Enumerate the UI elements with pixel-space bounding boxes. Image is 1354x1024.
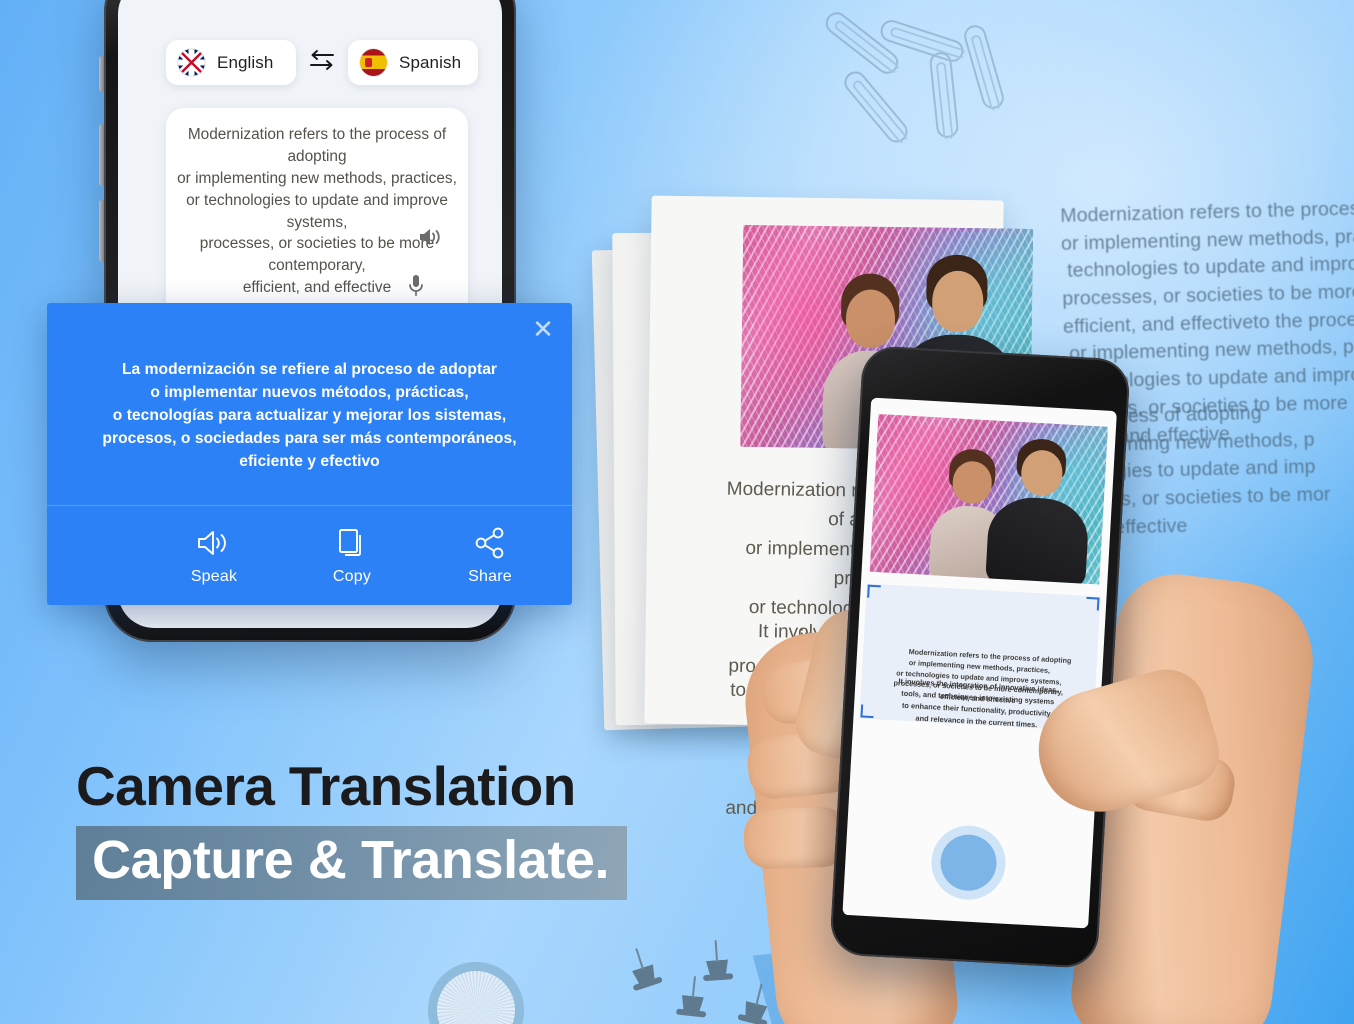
source-text-value: Modernization refers to the process of a… <box>177 126 457 297</box>
phone-silent-switch[interactable] <box>99 56 104 92</box>
held-phone-screen[interactable]: Modernization refers to the process of a… <box>842 397 1117 929</box>
promo-canvas: Modernization refers to the process or i… <box>0 0 1354 1024</box>
language-selector-bar: English Spanish <box>166 40 478 85</box>
speaker-icon[interactable] <box>418 226 444 253</box>
speak-button[interactable]: Speak <box>172 522 256 586</box>
headline: Camera Translation Capture & Translate. <box>76 755 676 900</box>
paperclip-icon <box>839 66 913 148</box>
translation-result-popup: ✕ La modernización se refiere al proceso… <box>47 303 572 605</box>
share-icon <box>448 522 532 564</box>
copy-icon <box>310 522 394 564</box>
copy-button[interactable]: Copy <box>310 522 394 586</box>
headline-line-2: Capture & Translate. <box>92 830 610 891</box>
popup-action-bar: Speak Copy Share <box>47 505 572 605</box>
uk-flag-icon <box>178 49 205 76</box>
paperclip-icon <box>821 7 903 79</box>
translated-text: La modernización se refiere al proceso d… <box>102 361 517 470</box>
paperclips-decoration <box>821 0 1115 162</box>
disco-background <box>869 413 1109 585</box>
target-language-button[interactable]: Spanish <box>348 40 478 85</box>
target-language-label: Spanish <box>399 52 462 72</box>
held-phone-device: Modernization refers to the process of a… <box>829 344 1131 970</box>
finger <box>742 806 850 870</box>
person-right <box>985 437 1091 585</box>
source-language-button[interactable]: English <box>166 40 296 85</box>
share-button[interactable]: Share <box>448 522 532 586</box>
microphone-icon[interactable] <box>408 274 424 303</box>
source-text-input[interactable]: Modernization refers to the process of a… <box>166 108 468 323</box>
glitter-disc-decoration <box>428 962 524 1024</box>
phone-volume-up-button[interactable] <box>99 124 104 186</box>
share-label: Share <box>468 567 512 585</box>
phone-volume-down-button[interactable] <box>99 200 104 262</box>
speaker-icon <box>172 522 256 564</box>
close-icon[interactable]: ✕ <box>530 316 556 343</box>
hand-holding-phone: Modernization refers to the process of a… <box>738 330 1322 1024</box>
paperclip-icon <box>928 51 960 139</box>
selection-corner-icon <box>867 584 881 599</box>
spain-flag-icon <box>360 49 387 76</box>
speak-label: Speak <box>190 567 238 585</box>
capture-button[interactable] <box>929 823 1008 902</box>
source-language-label: English <box>217 52 274 72</box>
paperclip-icon <box>961 22 1007 112</box>
swap-languages-icon[interactable] <box>307 49 337 76</box>
camera-preview-photo <box>869 413 1109 585</box>
headline-line-1: Camera Translation <box>76 755 576 817</box>
headline-highlight: Capture & Translate. <box>76 826 628 900</box>
copy-label: Copy <box>332 567 372 585</box>
selection-corner-icon <box>1085 596 1100 611</box>
